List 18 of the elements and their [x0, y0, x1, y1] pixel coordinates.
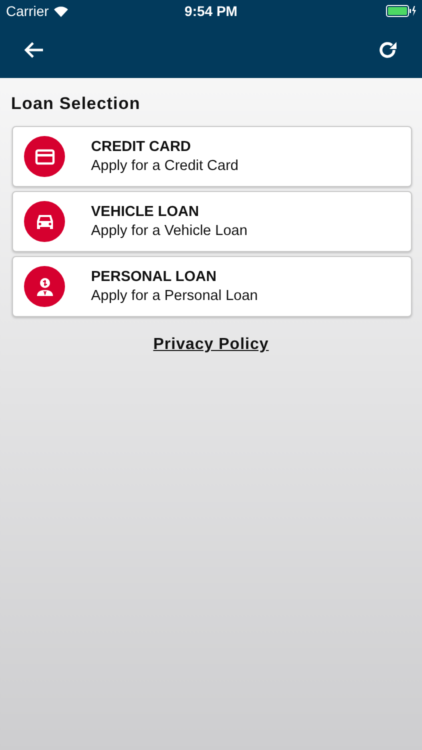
loan-option-card[interactable]: CREDIT CARD Apply for a Credit Card	[12, 126, 412, 187]
option-title: PERSONAL LOAN	[91, 269, 218, 285]
option-title: VEHICLE LOAN	[91, 204, 200, 220]
carrier-label: Carrier	[6, 3, 49, 19]
status-time: 9:54 PM	[184, 3, 238, 19]
option-subtitle: Apply for a Vehicle Loan	[91, 223, 248, 239]
option-title: CREDIT CARD	[91, 139, 192, 155]
privacy-policy-link[interactable]: Privacy Policy	[153, 336, 269, 354]
page-title: Loan Selection	[11, 94, 142, 114]
wifi-icon	[54, 6, 68, 16]
loan-option-card[interactable]: VEHICLE LOAN Apply for a Vehicle Loan	[12, 191, 412, 252]
loan-option-card[interactable]: PERSONAL LOAN Apply for a Personal Loan	[12, 256, 412, 317]
car-icon	[34, 213, 54, 230]
option-subtitle: Apply for a Personal Loan	[91, 288, 258, 304]
person-money-icon	[34, 276, 54, 296]
credit-card-icon	[34, 148, 54, 164]
option-subtitle: Apply for a Credit Card	[91, 158, 238, 174]
battery-icon	[386, 5, 416, 17]
